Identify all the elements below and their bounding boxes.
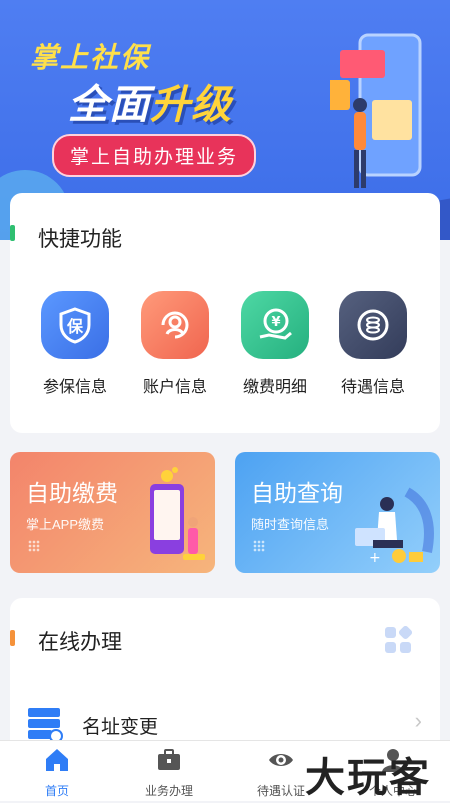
- dots-decoration: [28, 540, 40, 552]
- section-accent-bar: [10, 630, 15, 646]
- svg-text:保: 保: [66, 317, 84, 336]
- chevron-right-icon: ›: [414, 708, 422, 733]
- svg-text:¥: ¥: [271, 315, 280, 330]
- tab-label: 首页: [44, 784, 69, 798]
- shield-bao-icon: 保: [41, 291, 109, 359]
- coin-stack-icon: [339, 291, 407, 359]
- func-label: 缴费明细: [242, 379, 307, 396]
- user-refresh-icon: [141, 291, 209, 359]
- quick-functions-card: 快捷功能 保 参保信息 账户信息 ¥ 缴费明细 待遇信息: [10, 193, 440, 433]
- tab-label: 业务办理: [144, 784, 193, 798]
- banner-title-line1: 掌上社保: [30, 42, 151, 73]
- banner-illustration-icon: [330, 33, 422, 188]
- server-list-icon: [28, 708, 63, 742]
- func-label: 账户信息: [142, 379, 207, 396]
- promo-title: 自助查询: [251, 480, 343, 506]
- banner-pill: 掌上自助办理业务: [52, 134, 257, 177]
- eye-icon: [269, 754, 293, 766]
- svg-text:+: +: [369, 550, 381, 566]
- online-handling-card: 在线办理 名址变更 ›: [10, 598, 440, 758]
- promo-subtitle: 随时查询信息: [251, 517, 330, 532]
- home-icon: [46, 749, 68, 771]
- yuan-hand-icon: ¥: [241, 291, 309, 359]
- phone-payment-illustration-icon: [150, 467, 205, 560]
- laptop-query-illustration-icon: +: [355, 487, 434, 566]
- func-account-info[interactable]: 账户信息: [130, 291, 220, 397]
- func-insurance-info[interactable]: 保 参保信息: [30, 291, 120, 397]
- func-benefit-info[interactable]: 待遇信息: [328, 291, 418, 397]
- online-handling-title: 在线办理: [38, 631, 122, 654]
- func-label: 待遇信息: [340, 379, 405, 396]
- func-label: 参保信息: [42, 379, 107, 396]
- promo-subtitle: 掌上APP缴费: [26, 517, 105, 532]
- func-payment-detail[interactable]: ¥ 缴费明细: [230, 291, 320, 397]
- tab-home[interactable]: 首页: [12, 747, 102, 799]
- promo-self-query[interactable]: 自助查询 随时查询信息 +: [235, 452, 440, 573]
- dots-decoration: [253, 540, 265, 552]
- tab-business[interactable]: 业务办理: [124, 747, 214, 799]
- online-item-address-change[interactable]: 名址变更 ›: [26, 704, 426, 744]
- watermark: 大玩客: [305, 756, 431, 800]
- online-item-label: 名址变更: [82, 717, 159, 738]
- briefcase-icon: [158, 749, 180, 770]
- quick-functions-title: 快捷功能: [38, 228, 122, 251]
- section-accent-bar: [10, 225, 15, 241]
- banner-title-line2: 全面升级: [68, 83, 232, 127]
- promo-self-payment[interactable]: 自助缴费 掌上APP缴费: [10, 452, 215, 573]
- promo-title: 自助缴费: [26, 480, 118, 506]
- grid-apps-icon[interactable]: [384, 626, 412, 654]
